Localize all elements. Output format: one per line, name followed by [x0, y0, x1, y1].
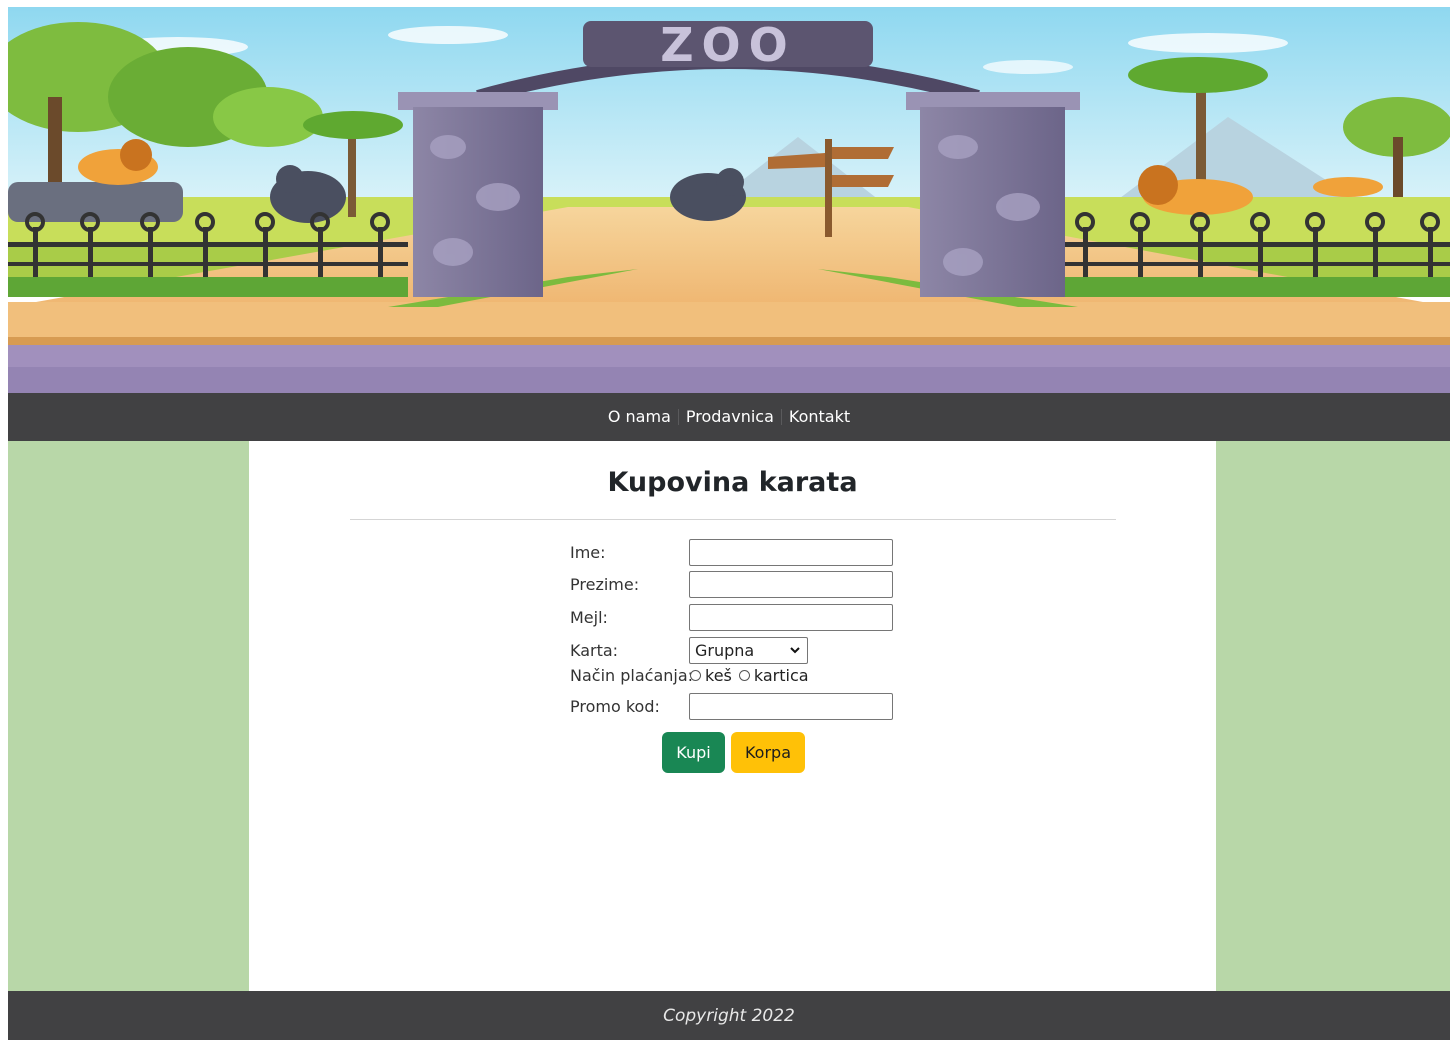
radio-kartica-label[interactable]: kartica — [754, 666, 809, 685]
ime-input[interactable] — [689, 539, 893, 566]
chevron-down-icon — [790, 647, 800, 654]
page-title: Kupovina karata — [607, 467, 858, 498]
payment-radio-group: keš kartica — [689, 666, 815, 685]
radio-kes[interactable] — [690, 670, 701, 681]
zoo-banner-image: ZOO — [8, 7, 1450, 393]
promo-kod-input[interactable] — [689, 693, 893, 720]
right-sidebar — [1216, 441, 1450, 991]
page: ZOO O nama Prodavnica Kontakt Kupovina k… — [8, 7, 1450, 1040]
main-content: Kupovina karata Ime: Prezime: Mejl: Kart… — [249, 441, 1216, 991]
radio-kes-label[interactable]: keš — [705, 666, 732, 685]
copyright-text: Copyright 2022 — [663, 1005, 795, 1026]
mejl-input[interactable] — [689, 604, 893, 631]
nav-item-kontakt[interactable]: Kontakt — [782, 407, 857, 427]
korpa-button[interactable]: Korpa — [731, 732, 805, 773]
title-divider — [350, 519, 1116, 520]
karta-selected-value: Grupna — [695, 641, 755, 660]
ime-label: Ime: — [570, 543, 606, 562]
nav-item-prodavnica[interactable]: Prodavnica — [679, 407, 781, 427]
karta-select[interactable]: Grupna — [689, 637, 808, 664]
mejl-label: Mejl: — [570, 608, 608, 627]
nav-item-o-nama[interactable]: O nama — [601, 407, 678, 427]
footer: Copyright 2022 — [8, 991, 1450, 1040]
radio-kartica[interactable] — [738, 670, 750, 681]
kupi-button[interactable]: Kupi — [662, 732, 725, 773]
prezime-input[interactable] — [689, 571, 893, 598]
left-sidebar — [8, 441, 249, 991]
zoo-sign-text: ZOO — [660, 18, 796, 72]
nacin-placanja-label: Način plaćanja: — [570, 666, 694, 685]
karta-label: Karta: — [570, 641, 619, 660]
promo-kod-label: Promo kod: — [570, 697, 660, 716]
nav-bar: O nama Prodavnica Kontakt — [8, 393, 1450, 441]
prezime-label: Prezime: — [570, 575, 640, 594]
